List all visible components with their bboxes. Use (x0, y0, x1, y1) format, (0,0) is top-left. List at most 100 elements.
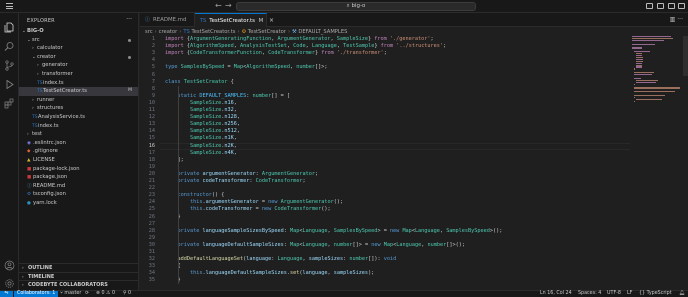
code-line[interactable]: SampleSize.n16, (165, 100, 237, 107)
code-line[interactable]: private languageSampleSizesBySpeed: Map<… (165, 228, 503, 235)
tree-item-transformer[interactable]: › transformer (19, 70, 138, 79)
section-outline[interactable]: › OUTLINE (19, 263, 138, 271)
breadcrumb-item[interactable]: TestSetCreator.ts (191, 29, 235, 35)
tree-item-eslintrc[interactable]: ◉ .eslintrc.json (19, 139, 138, 148)
editor-tabs: ⓘ README.md TS TestSetCreator.ts M × ▥ ··· (140, 13, 688, 27)
more-actions-icon[interactable]: ··· (126, 16, 132, 23)
tree-item-label: generator (42, 62, 68, 69)
search-icon[interactable] (4, 37, 15, 51)
account-icon[interactable] (4, 256, 15, 271)
tree-item-label: test (32, 131, 42, 138)
code-line[interactable]: private languageDefaultSampleSizes: Map<… (165, 242, 465, 249)
tree-item-gitignore[interactable]: ◆ .gitignore (19, 147, 138, 156)
code-line[interactable]: addDefaultLanguageSet(language: Language… (165, 256, 397, 263)
tree-item-testsetcreator-ts[interactable]: TSTestSetCreator.ts M (19, 87, 138, 96)
section-codebyte-collaborators[interactable]: › CODEBYTE COLLABORATORS (19, 280, 138, 288)
code-line[interactable]: import {ArgumentGeneratingFunction, Argu… (165, 36, 434, 43)
code-line[interactable]: this.languageDefaultSampleSizes.set(lang… (165, 270, 374, 277)
code-line[interactable]: this.argumentGenerator = new ArgumentGen… (165, 199, 343, 206)
branch-status[interactable]: ⑂ master (60, 291, 81, 297)
code-line[interactable]: SampleSize.n256, (165, 121, 240, 128)
arrow-left-icon[interactable]: ← (215, 1, 222, 11)
code-line[interactable]: SampleSize.n4K, (165, 150, 237, 157)
code-line[interactable]: import {CodeTransformerFunction, CodeTra… (165, 50, 387, 57)
code-line[interactable]: private argumentGenerator: ArgumentGener… (165, 171, 319, 178)
tree-item-package-json[interactable]: ■ package.json (19, 173, 138, 182)
language-mode[interactable]: {} TypeScript (639, 291, 672, 297)
code-line[interactable]: SampleSize.n1K, (165, 135, 237, 142)
customize-layout-icon[interactable] (678, 3, 685, 9)
command-center-search[interactable]: ⌕ big-o (236, 2, 476, 11)
code-line[interactable]: this.codeTransformer = new CodeTransform… (165, 206, 331, 213)
tree-item-analysisservice-ts[interactable]: TSAnalysisService.ts (19, 113, 138, 122)
breadcrumb-item[interactable]: DEFAULT_SAMPLES (298, 29, 347, 35)
tree-item-license[interactable]: ▲ LICENSE (19, 156, 138, 165)
minimap[interactable] (632, 36, 682, 290)
code-line[interactable]: SampleSize.n512, (165, 128, 240, 135)
tab-label: README.md (153, 17, 187, 23)
indent-guide (177, 85, 179, 285)
close-icon[interactable]: × (269, 14, 274, 28)
tree-item-readme[interactable]: ⓘ README.md (19, 182, 138, 191)
tree-item-index-ts[interactable]: TSindex.ts (19, 79, 138, 88)
tab-readme[interactable]: ⓘ README.md (140, 13, 195, 27)
code-line[interactable]: import {AlgorithmSpeed, AnalysisTestSet,… (165, 43, 446, 50)
tree-item-calculator[interactable]: › calculator (19, 44, 138, 53)
tree-item-tsconfig[interactable]: ⚙ tsconfig.json (19, 190, 138, 199)
arrow-right-icon[interactable]: → (225, 1, 232, 11)
tab-label: TestSetCreator.ts (209, 18, 255, 24)
problems-status[interactable]: ⊗ 0 ⚠ 0 (96, 291, 115, 297)
tree-item-package-lock[interactable]: ■ package-lock.json (19, 165, 138, 174)
tree-item-generator[interactable]: › generator (19, 61, 138, 70)
extensions-icon[interactable] (4, 94, 15, 109)
eol-status[interactable]: LF (627, 291, 632, 297)
code-line[interactable]: SampleSize.n128, (165, 114, 240, 121)
sync-icon[interactable]: ⟳ (85, 291, 89, 297)
cursor-position[interactable]: Ln 16, Col 24 (540, 291, 572, 297)
ports-status[interactable]: ⚲ 0 (123, 291, 131, 297)
tree-item-label: src (32, 36, 40, 43)
tree-item-src[interactable]: ⌄src (19, 36, 138, 45)
tree-item-runner[interactable]: › runner (19, 96, 138, 105)
remote-indicator-icon[interactable]: ⇋ (0, 291, 13, 297)
indentation-status[interactable]: Spaces: 4 (578, 291, 601, 297)
code-line[interactable]: SampleSize.n32, (165, 107, 237, 114)
code-line[interactable]: constructor() { (165, 192, 225, 199)
code-line[interactable]: class TestSetCreator { (165, 79, 234, 86)
menu-icon[interactable] (6, 3, 13, 9)
code-editor[interactable]: import {ArgumentGeneratingFunction, Argu… (165, 36, 630, 290)
notifications-bell-icon[interactable]: 🔔︎ (679, 291, 685, 297)
tree-item-creator[interactable]: ⌄creator (19, 53, 138, 62)
line-number: 28 (148, 227, 155, 234)
breadcrumb-item[interactable]: creator (159, 29, 178, 35)
tree-item-yarn-lock[interactable]: ● yarn.lock (19, 199, 138, 208)
code-line[interactable]: SampleSize.n2K, (165, 143, 237, 150)
breadcrumb-item[interactable]: src (145, 29, 153, 35)
split-editor-icon[interactable]: ▥ (670, 16, 676, 23)
code-line[interactable]: static DEFAULT_SAMPLES: number[] = [ (165, 93, 290, 100)
toggle-sidebar-icon[interactable] (646, 3, 653, 9)
breadcrumb-item[interactable]: TestSetCreator (248, 29, 286, 35)
section-timeline[interactable]: › TIMELINE (19, 271, 138, 280)
settings-gear-icon[interactable] (4, 274, 15, 288)
more-actions-icon[interactable]: ··· (677, 16, 683, 23)
tree-root[interactable]: ⌄BIG-O (19, 27, 138, 36)
code-line[interactable]: type SamplesBySpeed = Map<AlgorithmSpeed… (165, 64, 327, 71)
encoding-status[interactable]: UTF-8 (607, 291, 621, 297)
files-icon[interactable] (4, 18, 15, 33)
code-line[interactable]: ]; (165, 157, 184, 164)
run-debug-icon[interactable] (4, 75, 15, 90)
minimap-line (633, 94, 666, 97)
tab-testsetcreator[interactable]: TS TestSetCreator.ts M × (195, 13, 274, 27)
tree-item-structures[interactable]: › structures (19, 104, 138, 113)
title-bar: ← → ⌕ big-o (0, 0, 688, 13)
toggle-panel-icon[interactable] (657, 3, 664, 9)
toggle-secondary-sidebar-icon[interactable] (668, 3, 675, 9)
search-text: big-o (351, 3, 366, 9)
editor-scrollbar[interactable] (683, 36, 688, 76)
code-line[interactable]: private codeTransformer: CodeTransformer… (165, 178, 306, 185)
source-control-icon[interactable] (4, 56, 15, 71)
collaborators-status[interactable]: Collaborators: 1 (14, 291, 59, 297)
tree-item-index-ts-src[interactable]: TSindex.ts (19, 122, 138, 131)
tree-item-test[interactable]: › test (19, 130, 138, 139)
